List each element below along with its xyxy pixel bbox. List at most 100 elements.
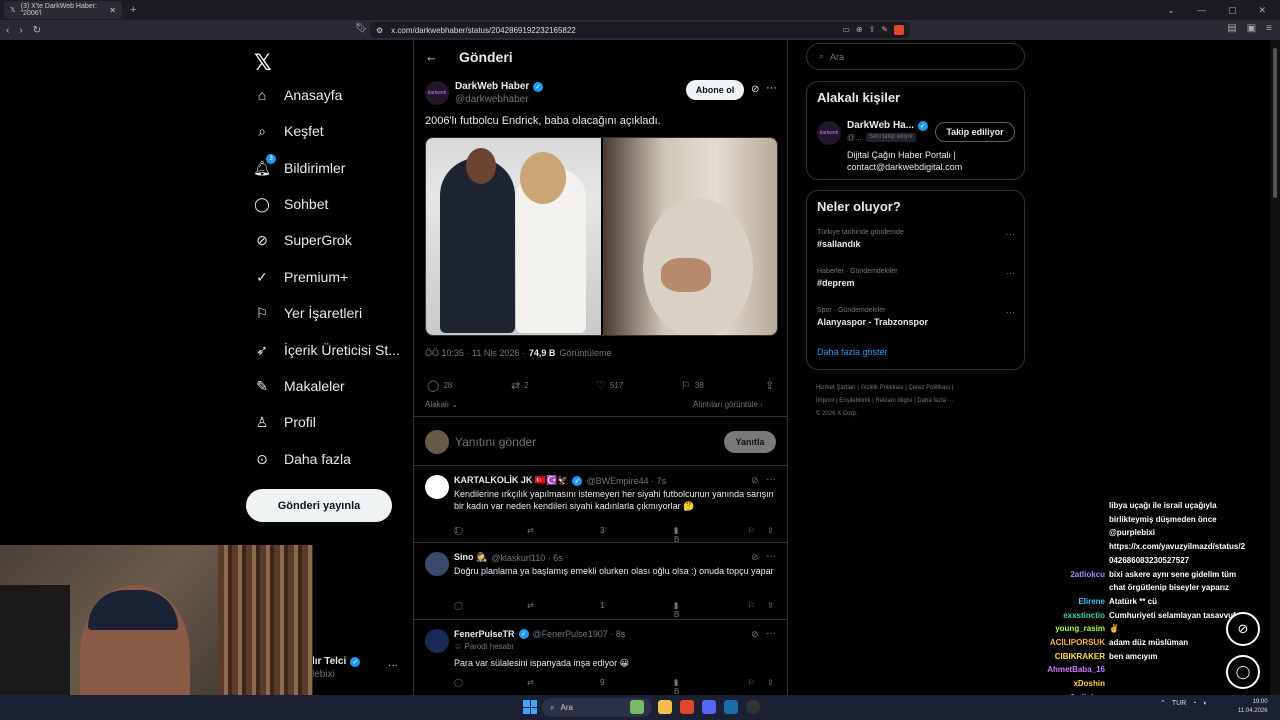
reply-avatar[interactable] bbox=[425, 475, 449, 499]
sidebar-item-home[interactable]: ⌂ Anasayfa bbox=[254, 87, 343, 103]
chevron-up-icon[interactable]: ⌃ bbox=[1160, 699, 1166, 707]
reply-author-name[interactable]: KARTALKOLİK JK 🇹🇷☪️🦅 bbox=[454, 475, 568, 486]
sidebar-item-supergrok[interactable]: ⊘ SuperGrok bbox=[254, 232, 352, 249]
browser-tab[interactable]: 𝕏 (3) X'te DarkWeb Haber: "2006'l ✕ bbox=[4, 1, 122, 19]
reply-icon[interactable]: ◯ bbox=[454, 601, 463, 610]
grok-float-icon[interactable]: ⊘ bbox=[1226, 612, 1260, 646]
chat-username[interactable]: ACILIPORSUK bbox=[1030, 637, 1105, 648]
bookmark-page-icon[interactable]: 🔖︎ bbox=[355, 23, 368, 34]
reply-author-name[interactable]: FenerPulseTR bbox=[454, 629, 515, 639]
chat-username[interactable]: Elirene bbox=[1030, 596, 1105, 607]
tweet-time[interactable]: ÖÖ 10:35 · 11 Nis 2026 · bbox=[425, 348, 525, 358]
tweet-media[interactable] bbox=[425, 137, 778, 336]
back-nav-icon[interactable]: ‹ bbox=[6, 25, 9, 36]
share-action[interactable]: ⇪ bbox=[765, 379, 774, 392]
file-explorer-icon[interactable] bbox=[658, 700, 672, 714]
share-icon[interactable]: ⇪ bbox=[767, 601, 774, 610]
new-tab-icon[interactable]: + bbox=[130, 4, 136, 16]
grok-icon[interactable]: ⊘ bbox=[751, 475, 759, 486]
couple-photo[interactable] bbox=[426, 138, 601, 335]
footer-line[interactable]: İmprint | Erişilebilirlik | Reklam bilgi… bbox=[816, 395, 1026, 408]
reply-avatar[interactable] bbox=[425, 629, 449, 653]
messages-float-icon[interactable]: ◯ bbox=[1226, 655, 1260, 689]
reply-handle[interactable]: @FenerPulse1907 · 8s bbox=[533, 629, 626, 639]
reload-icon[interactable]: ↻ bbox=[33, 25, 41, 36]
like-action[interactable]: ♡ 517 bbox=[596, 379, 623, 392]
bookmark-action[interactable]: ⚐ 38 bbox=[681, 379, 704, 392]
chat-username[interactable]: exxstinctio bbox=[1030, 610, 1105, 621]
forward-nav-icon[interactable]: › bbox=[19, 25, 22, 36]
wifi-icon[interactable]: ◔ bbox=[1192, 700, 1196, 707]
search-input[interactable]: ⌕ Ara bbox=[806, 43, 1025, 70]
bookmark-icon[interactable]: ⚐ bbox=[748, 601, 755, 610]
reply-item[interactable]: Sino 🕵️ @klaskurl110 · 6s ⊘ ··· Doğru pl… bbox=[414, 544, 787, 620]
sidebar-item-notifications[interactable]: 🔔︎ 3 Bildirimler bbox=[253, 154, 345, 176]
menu-icon[interactable]: ≡ bbox=[1266, 23, 1272, 34]
wallet-icon[interactable]: ▣ bbox=[1247, 23, 1256, 34]
sidebar-item-profile[interactable]: ♙ Profil bbox=[254, 414, 316, 431]
sidebar-item-articles[interactable]: ✎ Makaleler bbox=[254, 378, 345, 395]
brave-shield-icon[interactable] bbox=[894, 25, 904, 35]
brave-icon[interactable] bbox=[680, 700, 694, 714]
url-bar[interactable]: ⚙︎ x.com/darkwebhaber/status/20428691922… bbox=[370, 22, 910, 38]
trend-item[interactable]: Türkiye tarihinde gündemde #sallandık ··… bbox=[817, 229, 1015, 249]
more-icon[interactable]: ··· bbox=[1006, 268, 1015, 278]
author-handle[interactable]: @darkwebhaber bbox=[455, 94, 529, 105]
chat-username[interactable]: young_rasim bbox=[1030, 623, 1105, 634]
site-settings-icon[interactable]: ⚙︎ bbox=[376, 26, 383, 35]
related-avatar[interactable]: darkweb bbox=[817, 121, 841, 145]
more-icon[interactable]: ··· bbox=[1006, 307, 1015, 317]
sort-dropdown[interactable]: Alakalı ⌄ bbox=[425, 400, 458, 409]
minimize-icon[interactable]: — bbox=[1197, 5, 1206, 16]
language-indicator[interactable]: TUR bbox=[1172, 700, 1186, 707]
grok-icon[interactable]: ⊘ bbox=[751, 552, 759, 563]
more-icon[interactable]: ··· bbox=[1006, 229, 1015, 239]
reply-handle[interactable]: @BWEmpire44 · 7s bbox=[586, 476, 666, 486]
reply-avatar[interactable] bbox=[425, 552, 449, 576]
trend-item[interactable]: Haberler · Gündemdekiler #deprem ··· bbox=[817, 268, 1015, 288]
clock[interactable]: 19:00 11.04.2026 bbox=[1238, 698, 1268, 716]
author-name[interactable]: DarkWeb Haber ✓ bbox=[455, 81, 544, 92]
sidebar-item-more[interactable]: ⊙ Daha fazla bbox=[254, 451, 351, 468]
reader-icon[interactable]: ▭ bbox=[842, 25, 850, 35]
sidebar-item-premium[interactable]: ✓ Premium+ bbox=[254, 269, 348, 286]
x-logo-icon[interactable]: 𝕏 bbox=[254, 50, 272, 76]
back-arrow-icon[interactable]: ← bbox=[425, 49, 438, 64]
grok-icon[interactable]: ⊘ bbox=[751, 629, 759, 640]
obs-icon[interactable] bbox=[746, 700, 760, 714]
share-icon[interactable]: ⇪ bbox=[767, 526, 774, 535]
reply-action[interactable]: ◯ 28 bbox=[427, 379, 452, 392]
bookmark-icon[interactable]: ⚐ bbox=[748, 678, 755, 687]
reply-icon[interactable]: ◯ bbox=[454, 678, 463, 687]
footer-line[interactable]: Hizmet Şartları | Gizlilik Politikası | … bbox=[816, 382, 1026, 395]
widget-icon[interactable] bbox=[630, 700, 644, 714]
maximize-icon[interactable]: ▢ bbox=[1228, 5, 1237, 16]
sidebar-toggle-icon[interactable]: ▤ bbox=[1227, 23, 1236, 34]
retweet-action[interactable]: ⇄ 2 bbox=[511, 379, 529, 392]
sidebar-item-creator-studio[interactable]: ➶ İçerik Üreticisi St... bbox=[254, 342, 400, 359]
chat-username[interactable]: CIBIKRAKER bbox=[1030, 651, 1105, 662]
reply-author-name[interactable]: Sino 🕵️ bbox=[454, 552, 487, 563]
more-icon[interactable]: ··· bbox=[766, 551, 776, 562]
reply-item[interactable]: FenerPulseTR ✓ @FenerPulse1907 · 8s ⊘ ··… bbox=[414, 621, 787, 696]
reply-handle[interactable]: @klaskurl110 · 6s bbox=[491, 553, 563, 563]
steam-icon[interactable] bbox=[724, 700, 738, 714]
show-more-link[interactable]: Daha fazla göster bbox=[817, 347, 888, 357]
volume-icon[interactable]: ◖ bbox=[1203, 700, 1207, 707]
reply-input[interactable]: Yanıtını gönder bbox=[455, 435, 536, 449]
tab-list-icon[interactable]: ⌄ bbox=[1167, 5, 1175, 16]
discord-icon[interactable] bbox=[702, 700, 716, 714]
sidebar-item-explore[interactable]: ⌕ Keşfet bbox=[254, 123, 324, 140]
chat-username[interactable]: AhmetBaba_16 bbox=[1030, 664, 1105, 675]
more-icon[interactable]: ··· bbox=[766, 474, 776, 485]
close-tab-icon[interactable]: ✕ bbox=[109, 6, 116, 15]
more-icon[interactable]: ··· bbox=[766, 82, 777, 94]
zoom-icon[interactable]: ⊕ bbox=[856, 25, 863, 35]
bookmark-icon[interactable]: ⚐ bbox=[748, 526, 755, 535]
subscribe-button[interactable]: Abone ol bbox=[686, 80, 744, 100]
retweet-icon[interactable]: ⇄ bbox=[527, 678, 534, 687]
retweet-icon[interactable]: ⇄ bbox=[527, 601, 534, 610]
post-button[interactable]: Gönderi yayınla bbox=[246, 489, 392, 522]
close-window-icon[interactable]: ✕ bbox=[1258, 5, 1266, 16]
related-name[interactable]: DarkWeb Ha... ✓ bbox=[847, 120, 929, 131]
